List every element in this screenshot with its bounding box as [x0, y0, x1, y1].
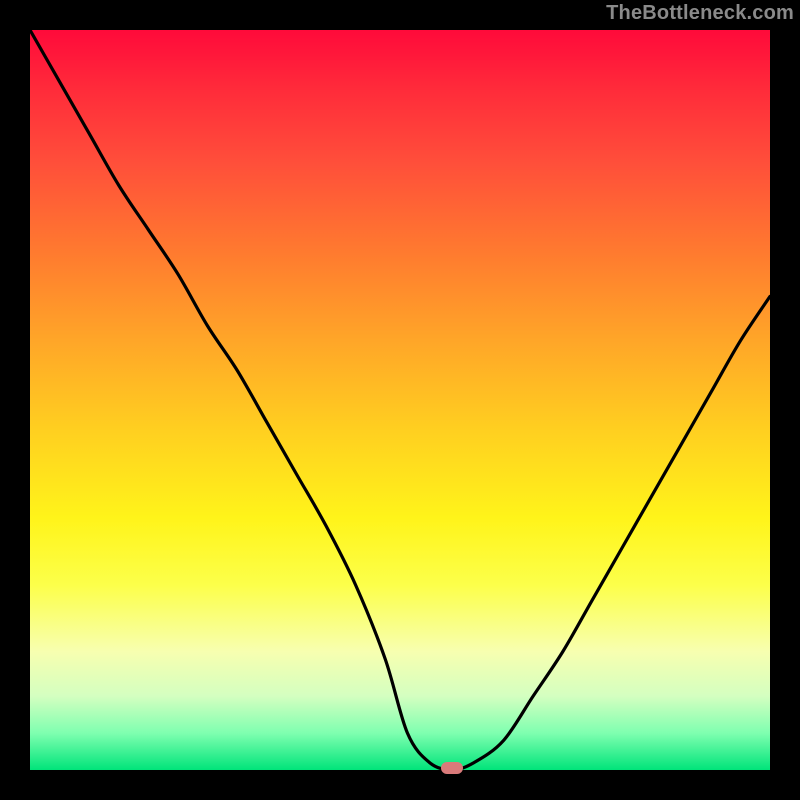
watermark-text: TheBottleneck.com	[606, 2, 794, 25]
bottleneck-curve	[30, 30, 770, 770]
optimal-point-marker	[441, 762, 463, 774]
plot-area	[30, 30, 770, 770]
chart-frame: TheBottleneck.com	[0, 0, 800, 800]
